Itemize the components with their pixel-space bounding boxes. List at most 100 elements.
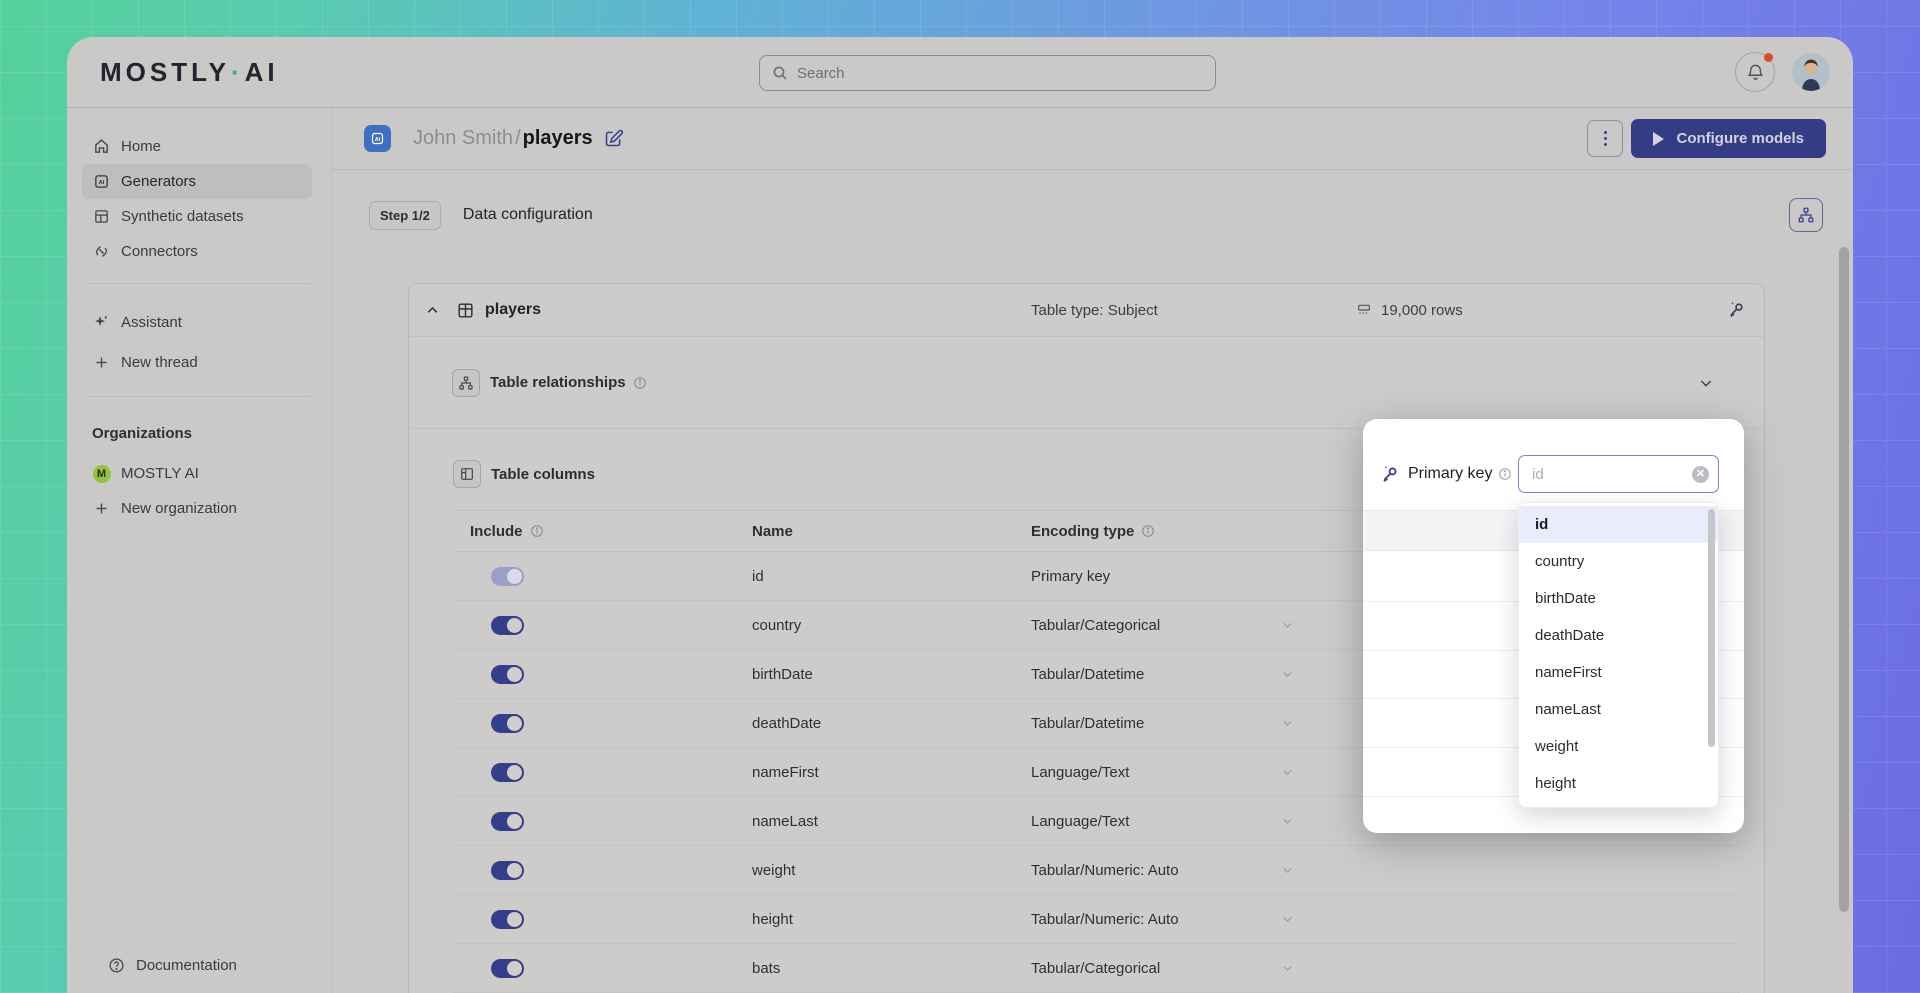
dropdown-option[interactable]: deathDate <box>1519 617 1718 654</box>
configure-models-button[interactable]: Configure models <box>1631 119 1826 158</box>
info-icon <box>633 376 647 390</box>
chevron-down-icon <box>1281 815 1294 828</box>
sidebar-item-label: New thread <box>121 354 198 371</box>
encoding-value: Tabular/Categorical <box>1031 617 1160 634</box>
column-name: weight <box>752 862 1031 879</box>
primary-key-input[interactable] <box>1519 466 1669 483</box>
encoding-value: Tabular/Datetime <box>1031 715 1144 732</box>
org-badge: M <box>92 465 111 483</box>
svg-text:AI: AI <box>99 180 105 186</box>
dropdown-option[interactable]: birthDate <box>1519 580 1718 617</box>
include-toggle[interactable] <box>491 763 524 782</box>
global-search[interactable] <box>759 55 1216 91</box>
vertical-scrollbar[interactable] <box>1839 247 1849 912</box>
dropdown-scrollbar[interactable] <box>1708 509 1715 747</box>
include-toggle[interactable] <box>491 910 524 929</box>
notification-dot <box>1764 53 1773 62</box>
sidebar-item-connectors[interactable]: Connectors <box>82 234 312 269</box>
primary-key-icon[interactable] <box>1726 300 1746 320</box>
sidebar-item-documentation[interactable]: Documentation <box>97 948 327 983</box>
user-avatar[interactable] <box>1792 53 1830 91</box>
primary-key-select[interactable]: ✕ <box>1518 455 1719 493</box>
encoding-value: Primary key <box>1031 568 1110 585</box>
edit-name-icon[interactable] <box>603 128 624 149</box>
sidebar-item-home[interactable]: Home <box>82 129 312 164</box>
dropdown-option[interactable]: id <box>1519 506 1718 543</box>
table-columns-icon <box>453 460 481 488</box>
dropdown-option[interactable]: weight <box>1519 728 1718 765</box>
sidebar-item-assistant[interactable]: Assistant <box>82 302 312 342</box>
encoding-select[interactable]: Tabular/Numeric: Auto <box>1031 911 1740 928</box>
sidebar-divider <box>87 283 311 284</box>
sidebar-item-label: MOSTLY AI <box>121 465 199 482</box>
search-icon <box>772 65 788 81</box>
column-name: id <box>752 568 1031 585</box>
primary-key-dropdown: id country birthDate deathDate nameFirst… <box>1518 502 1719 808</box>
encoding-header: Encoding type <box>1031 523 1134 540</box>
step-row: Step 1/2 Data configuration <box>332 170 1853 260</box>
clear-icon[interactable]: ✕ <box>1692 466 1709 483</box>
notifications-button[interactable] <box>1735 52 1775 92</box>
include-toggle[interactable] <box>491 861 524 880</box>
column-name: country <box>752 617 1031 634</box>
app-window: MOSTLY·AI Home <box>67 37 1853 993</box>
column-name: nameFirst <box>752 764 1031 781</box>
column-name: nameLast <box>752 813 1031 830</box>
table-columns-label: Table columns <box>491 466 595 483</box>
more-options-button[interactable] <box>1587 120 1623 157</box>
dropdown-option[interactable]: height <box>1519 765 1718 802</box>
primary-key-popup: Primary key ✕ id country birthDate death… <box>1363 419 1744 833</box>
home-icon <box>92 138 111 155</box>
include-toggle[interactable] <box>491 812 524 831</box>
encoding-value: Tabular/Categorical <box>1031 960 1160 977</box>
sidebar: Home AI Generators Synthetic datasets Co… <box>67 108 332 993</box>
sidebar-item-label: Documentation <box>136 957 237 974</box>
sidebar-item-mostly-ai-org[interactable]: M MOSTLY AI <box>82 456 312 491</box>
sidebar-item-new-organization[interactable]: New organization <box>82 491 312 526</box>
key-icon <box>1379 464 1400 485</box>
include-toggle[interactable] <box>491 714 524 733</box>
ai-chip-icon: AI <box>92 173 111 190</box>
plus-icon <box>92 501 111 516</box>
include-toggle[interactable] <box>491 665 524 684</box>
bell-icon <box>1746 63 1765 82</box>
chevron-down-icon[interactable] <box>1698 375 1714 391</box>
encoding-value: Language/Text <box>1031 764 1129 781</box>
dropdown-option[interactable]: nameLast <box>1519 691 1718 728</box>
players-card-header: players Table type: Subject 19,000 rows <box>409 284 1764 336</box>
step-badge: Step 1/2 <box>369 201 441 230</box>
column-name: birthDate <box>752 666 1031 683</box>
sidebar-item-generators[interactable]: AI Generators <box>82 164 312 199</box>
table-row: height Tabular/Numeric: Auto <box>453 895 1740 944</box>
logo-dot: · <box>231 57 244 87</box>
dropdown-option[interactable]: nameFirst <box>1519 654 1718 691</box>
sidebar-item-label: Home <box>121 138 161 155</box>
table-relationships-row[interactable]: Table relationships <box>409 336 1764 429</box>
top-bar: MOSTLY·AI <box>67 37 1853 108</box>
search-input[interactable] <box>797 65 1203 82</box>
sidebar-item-label: Assistant <box>121 314 182 331</box>
sidebar-item-synthetic-datasets[interactable]: Synthetic datasets <box>82 199 312 234</box>
chevron-down-icon <box>1281 962 1294 975</box>
encoding-select[interactable]: Tabular/Numeric: Auto <box>1031 862 1740 879</box>
encoding-select[interactable]: Tabular/Categorical <box>1031 960 1740 977</box>
relationship-diagram-button[interactable] <box>1789 198 1823 232</box>
include-toggle[interactable] <box>491 959 524 978</box>
plus-icon <box>92 355 111 370</box>
chevron-down-icon <box>1281 864 1294 877</box>
table-name: players <box>485 301 541 319</box>
include-toggle[interactable] <box>491 616 524 635</box>
sidebar-item-label: New organization <box>121 500 237 517</box>
collapse-chevron-icon[interactable] <box>425 303 440 318</box>
dropdown-option[interactable]: country <box>1519 543 1718 580</box>
rows-icon <box>1356 302 1372 318</box>
mostly-ai-logo: MOSTLY·AI <box>100 57 279 88</box>
info-icon <box>1141 524 1155 538</box>
sparkles-icon <box>92 314 111 331</box>
chevron-down-icon <box>1281 913 1294 926</box>
sidebar-item-new-thread[interactable]: New thread <box>82 342 312 382</box>
encoding-value: Language/Text <box>1031 813 1129 830</box>
sidebar-item-label: Generators <box>121 173 196 190</box>
name-header: Name <box>752 523 1031 540</box>
include-header: Include <box>470 523 523 540</box>
